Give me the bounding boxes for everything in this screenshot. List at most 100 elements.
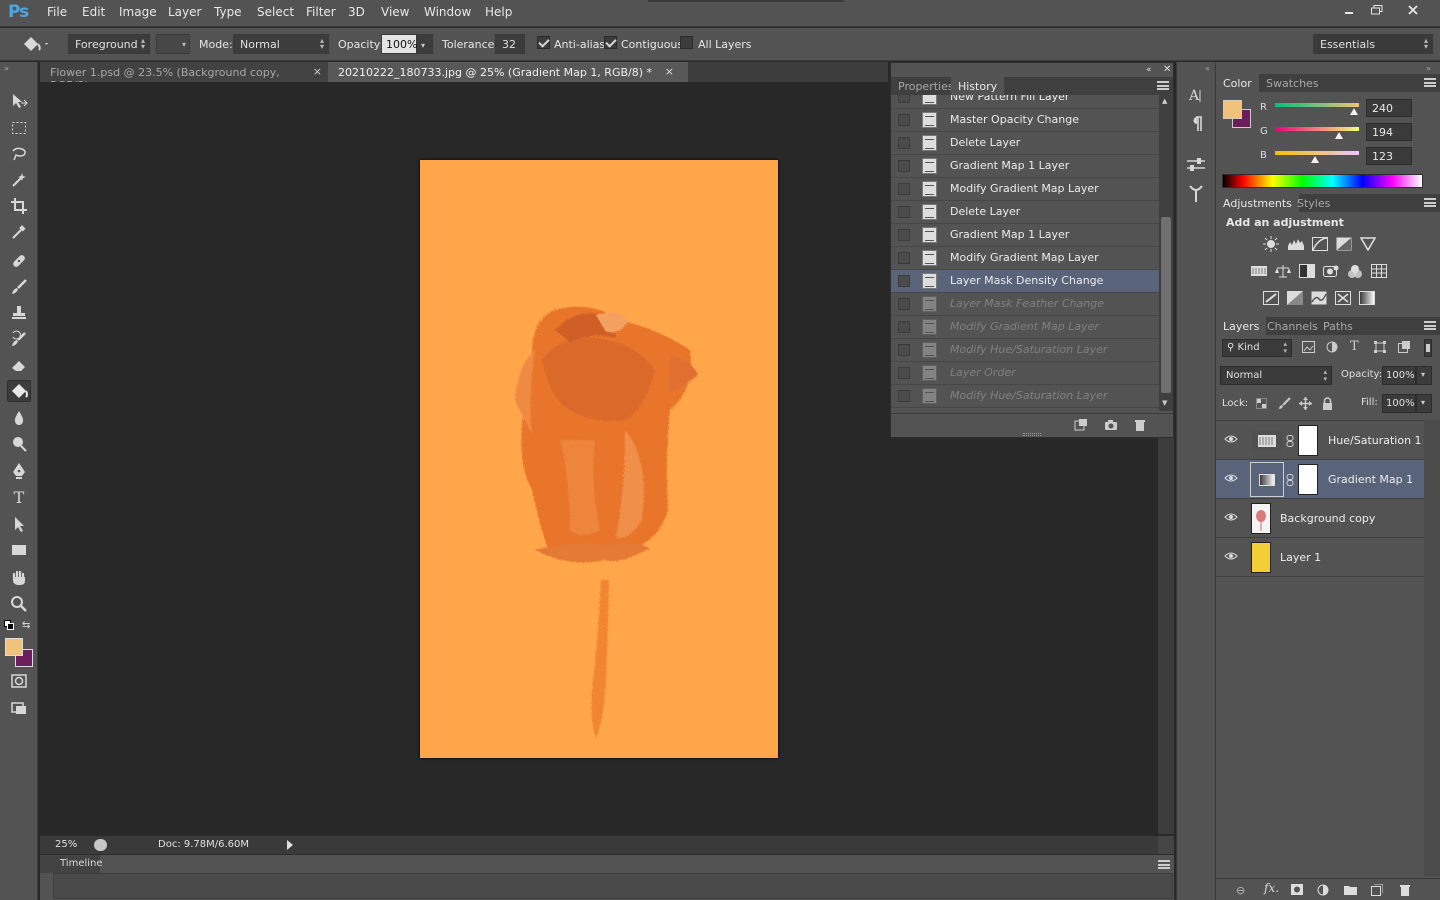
hand-tool-icon[interactable] [7, 567, 31, 589]
fill-input[interactable]: 100% [1382, 394, 1416, 413]
history-item[interactable]: Gradient Map 1 Layer [891, 224, 1159, 247]
opacity-dropdown-icon[interactable]: ▾ [417, 34, 433, 54]
curves-icon[interactable] [1311, 236, 1329, 252]
path-selection-icon[interactable] [7, 513, 31, 535]
healing-brush-icon[interactable] [7, 250, 31, 272]
history-snapshot-checkbox[interactable] [898, 95, 910, 103]
new-adjustment-layer-icon[interactable] [1317, 884, 1329, 896]
history-scrollbar[interactable]: ▲ ▼ [1159, 95, 1173, 411]
type-tool-icon[interactable]: T [7, 486, 31, 508]
history-item[interactable]: Gradient Map 1 Layer [891, 155, 1159, 178]
menu-window[interactable]: Window [424, 5, 471, 19]
menu-edit[interactable]: Edit [82, 5, 105, 19]
gradient-map-icon[interactable] [1358, 290, 1376, 306]
fill-dropdown-icon[interactable]: ▾ [1416, 394, 1432, 413]
paint-bucket-preset-icon[interactable] [20, 34, 50, 54]
history-scroll-thumb[interactable] [1161, 217, 1171, 393]
resize-grip[interactable] [1023, 433, 1041, 436]
eyedropper-icon[interactable] [7, 221, 31, 243]
layer-row-selected[interactable]: Gradient Map 1 [1216, 460, 1424, 499]
layer-row[interactable]: Background copy [1216, 499, 1424, 538]
visibility-eye-icon[interactable] [1224, 473, 1238, 483]
layer-thumbnail[interactable] [1251, 542, 1271, 573]
menu-3d[interactable]: 3D [348, 5, 365, 19]
history-item[interactable]: Master Opacity Change [891, 109, 1159, 132]
brush-presets-icon[interactable] [1185, 156, 1207, 176]
filter-adjustment-icon[interactable] [1326, 341, 1338, 353]
collapse-panel-icon[interactable]: « [1146, 65, 1152, 75]
invert-icon[interactable] [1262, 290, 1280, 306]
menu-type[interactable]: Type [214, 5, 242, 19]
exposure-icon[interactable] [1335, 236, 1353, 252]
mask-link-icon[interactable] [1286, 435, 1294, 447]
history-item-undone[interactable]: Modify Gradient Map Layer [891, 316, 1159, 339]
posterize-icon[interactable] [1286, 290, 1304, 306]
eraser-tool-icon[interactable] [7, 354, 31, 376]
marquee-tool-icon[interactable] [7, 117, 31, 139]
layer-opacity-dropdown-icon[interactable]: ▾ [1416, 366, 1432, 385]
tab-jpg-active[interactable]: 20210222_180733.jpg @ 25% (Gradient Map … [328, 62, 688, 82]
delete-state-icon[interactable] [1134, 419, 1146, 431]
history-brush-icon[interactable] [7, 328, 31, 350]
b-slider[interactable] [1275, 151, 1359, 155]
b-slider-knob[interactable] [1311, 156, 1320, 163]
collapse-tools-icon[interactable]: » [4, 64, 9, 73]
history-item[interactable]: Modify Gradient Map Layer [891, 178, 1159, 201]
close-window-icon[interactable] [1398, 0, 1428, 20]
antialias-checkbox[interactable] [537, 36, 550, 49]
paint-bucket-icon[interactable] [7, 380, 31, 402]
dodge-tool-icon[interactable] [7, 433, 31, 455]
rectangle-tool-icon[interactable] [7, 539, 31, 561]
threshold-icon[interactable] [1310, 290, 1328, 306]
history-snapshot-checkbox[interactable] [898, 229, 910, 241]
zoom-tool-icon[interactable] [7, 593, 31, 615]
create-snapshot-icon[interactable] [1104, 419, 1118, 431]
layer-opacity-input[interactable]: 100% [1382, 366, 1416, 385]
history-snapshot-checkbox[interactable] [898, 344, 910, 356]
menu-layer[interactable]: Layer [168, 5, 201, 19]
filter-type-icon[interactable]: T [1350, 339, 1359, 354]
history-item[interactable]: Modify Gradient Map Layer [891, 247, 1159, 270]
swap-colors-icon[interactable]: ⇆ [22, 620, 30, 631]
brush-tool-icon[interactable] [7, 276, 31, 298]
character-panel-icon[interactable]: A [1187, 86, 1205, 106]
contiguous-checkbox[interactable] [604, 36, 617, 49]
scroll-up-icon[interactable]: ▲ [1162, 97, 1167, 105]
visibility-eye-icon[interactable] [1224, 512, 1238, 522]
photo-filter-icon[interactable] [1322, 263, 1340, 279]
g-slider[interactable] [1275, 127, 1359, 131]
layers-menu-icon[interactable] [1424, 321, 1436, 330]
tab-flower-psd[interactable]: Flower 1.psd @ 23.5% (Background copy, R… [40, 62, 328, 92]
color-menu-icon[interactable] [1424, 78, 1436, 87]
opacity-input[interactable]: 100% [381, 34, 417, 54]
tab-paths[interactable]: Paths [1316, 317, 1360, 335]
vibrance-icon[interactable] [1359, 236, 1377, 252]
tab-styles[interactable]: Styles [1290, 194, 1337, 212]
scroll-down-icon[interactable]: ▼ [1162, 399, 1167, 407]
alllayers-checkbox[interactable] [680, 36, 693, 49]
tab-close-icon[interactable]: × [665, 65, 674, 78]
layer-row[interactable]: Hue/Saturation 1 [1216, 421, 1424, 460]
history-item[interactable]: Delete Layer [891, 201, 1159, 224]
history-snapshot-checkbox[interactable] [898, 252, 910, 264]
history-snapshot-checkbox[interactable] [898, 137, 910, 149]
blur-tool-icon[interactable] [7, 407, 31, 429]
new-layer-icon[interactable] [1371, 884, 1383, 896]
history-snapshot-checkbox[interactable] [898, 160, 910, 172]
selective-color-icon[interactable] [1334, 290, 1352, 306]
color-foreground-swatch[interactable] [1223, 100, 1242, 119]
filter-toggle[interactable] [1424, 339, 1432, 357]
link-layers-icon[interactable]: ⊖ [1236, 884, 1245, 897]
history-item-undone[interactable]: Modify Hue/Saturation Layer [891, 339, 1159, 362]
layer-row[interactable]: Layer 1 [1216, 538, 1424, 577]
tab-history[interactable]: History [951, 77, 1005, 95]
add-mask-icon[interactable] [1291, 884, 1303, 895]
close-panel-icon[interactable]: ✕ [1163, 64, 1171, 75]
filter-pixel-icon[interactable] [1302, 341, 1315, 353]
b-input[interactable]: 123 [1366, 147, 1412, 165]
r-slider-knob[interactable] [1349, 108, 1358, 115]
expand-dock-icon[interactable]: « [1205, 64, 1210, 73]
history-item-undone[interactable]: Layer Mask Feather Change [891, 293, 1159, 316]
restore-icon[interactable] [1362, 0, 1392, 20]
clone-stamp-icon[interactable] [7, 302, 31, 324]
